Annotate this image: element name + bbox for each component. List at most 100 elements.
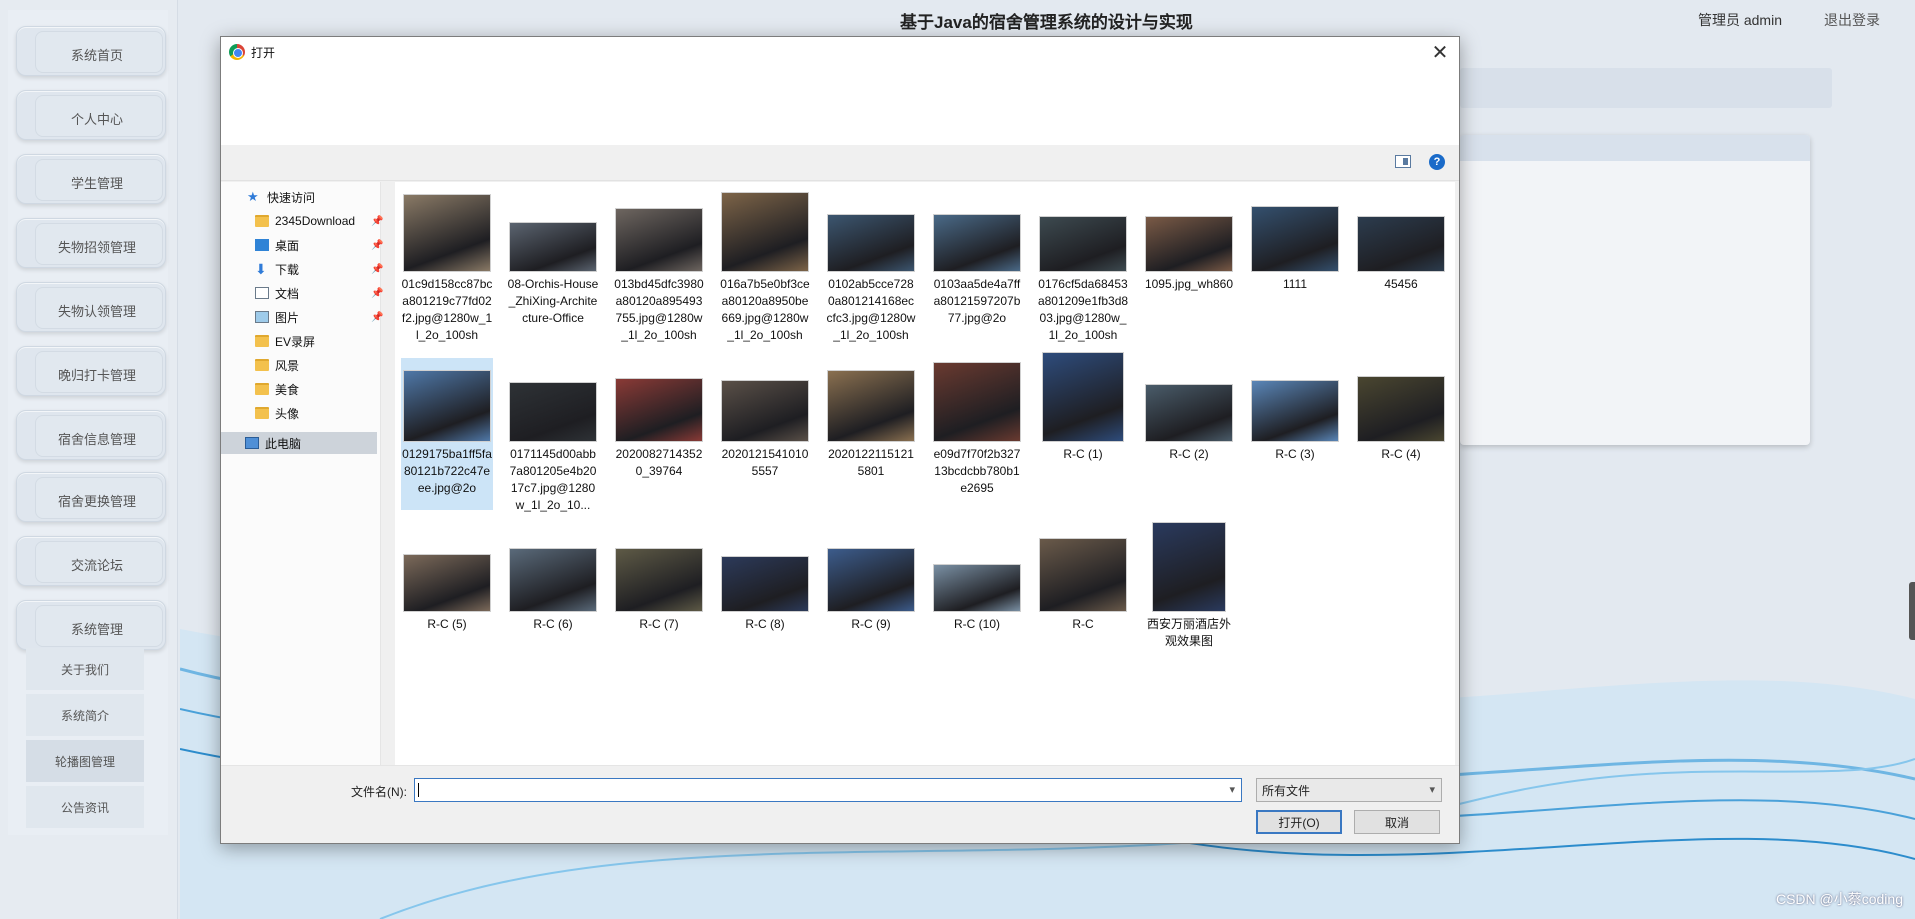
file-item[interactable]: 0102ab5cce7280a801214168eccfc3.jpg@1280w… xyxy=(825,188,917,342)
sidebar-subitem-carousel[interactable]: 轮播图管理 xyxy=(26,740,144,784)
file-item[interactable]: 0129175ba1ff5fa80121b722c47eee.jpg@2o xyxy=(401,358,493,510)
file-item[interactable]: R-C (7) xyxy=(613,528,705,668)
sidebar-item-students[interactable]: 学生管理 xyxy=(16,154,166,204)
page-scrollbar[interactable] xyxy=(1909,582,1915,640)
dialog-titlebar[interactable]: 打开 ✕ xyxy=(221,37,1459,67)
help-icon[interactable]: ? xyxy=(1429,154,1445,170)
file-item[interactable]: R-C (3) xyxy=(1249,358,1341,510)
file-name: R-C (6) xyxy=(533,617,573,631)
filetype-select[interactable]: 所有文件 ▾ xyxy=(1256,778,1442,802)
sidebar-item-profile[interactable]: 个人中心 xyxy=(16,90,166,140)
file-item[interactable]: 20200827143520_39764 xyxy=(613,358,705,510)
file-item[interactable]: 20201221151215801 xyxy=(825,358,917,510)
tree-item-documents[interactable]: 文档 📌 xyxy=(255,282,395,304)
file-thumbnail xyxy=(721,380,809,442)
folder-icon xyxy=(255,215,269,227)
sidebar-item-system[interactable]: 系统管理 xyxy=(16,600,166,650)
file-thumbnail xyxy=(403,370,491,442)
sidebar-subitem-about[interactable]: 关于我们 xyxy=(26,648,144,692)
file-thumbnail xyxy=(933,362,1021,442)
tree-item-quick-access[interactable]: ★ 快速访问 xyxy=(247,186,315,208)
file-item[interactable]: 45456 xyxy=(1355,188,1447,328)
tree-item-2345download[interactable]: 2345Download 📌 xyxy=(255,210,395,232)
sidebar: 系统首页 个人中心 学生管理 失物招领管理 失物认领管理 晚归打卡管理 宿舍信息… xyxy=(0,0,178,919)
folder-icon xyxy=(255,407,269,419)
file-item[interactable]: R-C (5) xyxy=(401,528,493,668)
chevron-down-icon[interactable]: ▾ xyxy=(1229,783,1235,796)
file-name: R-C (2) xyxy=(1169,447,1209,461)
close-icon[interactable]: ✕ xyxy=(1427,39,1453,65)
dialog-title: 打开 xyxy=(251,45,276,60)
cancel-button[interactable]: 取消 xyxy=(1354,810,1440,834)
file-item[interactable]: R-C xyxy=(1037,528,1129,668)
file-item[interactable]: 0171145d00abb7a801205e4b2017c7.jpg@1280w… xyxy=(507,358,599,512)
filename-input[interactable]: ▾ xyxy=(414,778,1242,802)
file-thumbnail xyxy=(721,556,809,612)
sidebar-item-home[interactable]: 系统首页 xyxy=(16,26,166,76)
dialog-toolbar: ? xyxy=(221,145,1459,181)
file-thumbnail xyxy=(615,548,703,612)
file-thumbnail xyxy=(1251,380,1339,442)
file-thumbnail xyxy=(403,194,491,272)
file-item[interactable]: 0176cf5da68453a801209e1fb3d803.jpg@1280w… xyxy=(1037,188,1129,342)
file-thumbnail xyxy=(827,370,915,442)
file-thumbnail xyxy=(827,548,915,612)
file-item[interactable]: R-C (2) xyxy=(1143,358,1235,510)
file-item[interactable]: 1095.jpg_wh860 xyxy=(1143,188,1235,328)
pictures-icon xyxy=(255,311,269,323)
sidebar-subitem-intro[interactable]: 系统简介 xyxy=(26,694,144,738)
tree-item-scenery[interactable]: 风景 xyxy=(255,354,299,376)
file-item[interactable]: 20201215410105557 xyxy=(719,358,811,510)
tree-item-pictures[interactable]: 图片 📌 xyxy=(255,306,395,328)
chevron-down-icon: ▾ xyxy=(1429,784,1435,796)
pin-icon: 📌 xyxy=(371,287,384,299)
open-button[interactable]: 打开(O) xyxy=(1256,810,1342,834)
tree-item-ev-record[interactable]: EV录屏 xyxy=(255,330,315,352)
file-item[interactable]: R-C (8) xyxy=(719,528,811,668)
preview-pane-icon[interactable] xyxy=(1395,155,1411,168)
logout-link[interactable]: 退出登录 xyxy=(1824,10,1880,30)
file-name: 0129175ba1ff5fa80121b722c47eee.jpg@2o xyxy=(402,447,492,495)
file-item[interactable]: R-C (9) xyxy=(825,528,917,668)
file-thumbnail xyxy=(1251,206,1339,272)
desktop-icon xyxy=(255,239,269,251)
tree-item-avatar[interactable]: 头像 xyxy=(255,402,299,424)
tree-item-desktop[interactable]: 桌面 📌 xyxy=(255,234,395,256)
sidebar-item-forum[interactable]: 交流论坛 xyxy=(16,536,166,586)
download-icon: ⬇ xyxy=(255,261,267,277)
file-name: R-C (10) xyxy=(953,617,1000,631)
sidebar-subitem-news[interactable]: 公告资讯 xyxy=(26,786,144,830)
sidebar-item-late-checkin[interactable]: 晚归打卡管理 xyxy=(16,346,166,396)
file-item[interactable]: R-C (10) xyxy=(931,528,1023,668)
sidebar-item-dorm-info[interactable]: 宿舍信息管理 xyxy=(16,410,166,460)
file-item[interactable]: 016a7b5e0bf3cea80120a8950be669.jpg@1280w… xyxy=(719,188,811,342)
sidebar-item-dorm-change[interactable]: 宿舍更换管理 xyxy=(16,472,166,522)
file-name: R-C (4) xyxy=(1381,447,1421,461)
tree-item-downloads[interactable]: ⬇ 下载 📌 xyxy=(255,258,395,280)
file-thumbnail xyxy=(1152,522,1226,612)
file-item[interactable]: 西安万丽酒店外观效果图 xyxy=(1143,522,1235,668)
file-name: 1111 xyxy=(1282,277,1308,291)
file-item[interactable]: 08-Orchis-House_ZhiXing-Architecture-Off… xyxy=(507,188,599,328)
file-item[interactable]: R-C (1) xyxy=(1037,352,1129,510)
file-thumbnail xyxy=(1042,352,1124,442)
sidebar-item-lost-claim[interactable]: 失物认领管理 xyxy=(16,282,166,332)
file-name: 0103aa5de4a7ffa80121597207b77.jpg@2o xyxy=(933,277,1021,325)
file-item[interactable]: 1111 xyxy=(1249,188,1341,328)
file-item[interactable]: R-C (6) xyxy=(507,528,599,668)
tree-item-this-pc[interactable]: 此电脑 xyxy=(221,432,377,454)
tree-item-food[interactable]: 美食 xyxy=(255,378,299,400)
app-title: 基于Java的宿舍管理系统的设计与实现 xyxy=(900,13,1193,32)
file-item[interactable]: 01c9d158cc87bca801219c77fd02f2.jpg@1280w… xyxy=(401,188,493,342)
file-thumbnail xyxy=(403,554,491,612)
file-item[interactable]: 013bd45dfc3980a80120a895493755.jpg@1280w… xyxy=(613,188,705,342)
file-name: 0176cf5da68453a801209e1fb3d803.jpg@1280w… xyxy=(1037,277,1129,342)
file-name: 08-Orchis-House_ZhiXing-Architecture-Off… xyxy=(507,277,599,325)
sidebar-item-lost-found[interactable]: 失物招领管理 xyxy=(16,218,166,268)
file-item[interactable]: e09d7f70f2b32713bcdcbb780b1e2695 xyxy=(931,358,1023,510)
file-thumbnail xyxy=(615,378,703,442)
file-name: 20201221151215801 xyxy=(828,447,914,478)
file-item[interactable]: R-C (4) xyxy=(1355,358,1447,510)
file-item[interactable]: 0103aa5de4a7ffa80121597207b77.jpg@2o xyxy=(931,188,1023,328)
file-name: R-C (7) xyxy=(639,617,679,631)
